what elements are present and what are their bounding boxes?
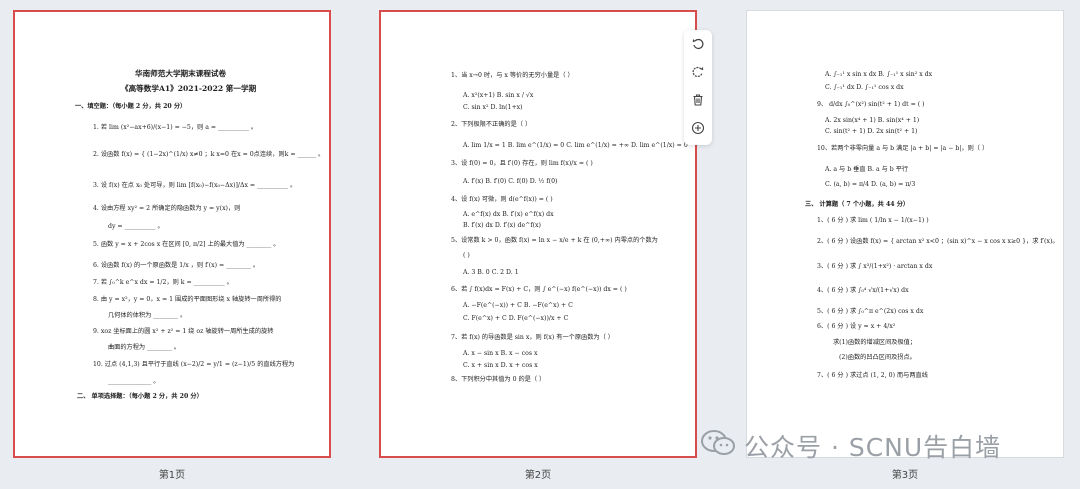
page-thumbnail-1[interactable]: 华南师范大学期末课程试卷 《高等数学A1》2021-2022 第一学期 一、填空…	[13, 10, 331, 458]
p2-line-5: A. lim 1/x = 1 B. lim e^(1/x) = 0 C. lim…	[463, 142, 688, 149]
p2-line-17: 7、若 f(x) 的导函数是 sin x，则 f(x) 有一个原函数为（ ）	[451, 334, 614, 341]
p3-line-5: C. sin(t² + 1) D. 2x sin(t² + 1)	[825, 128, 918, 135]
p1-question-1: 1. 若 lim (x²−ax+6)/(x−1) = −5，则 a = ____…	[93, 124, 258, 131]
section-fill-blank: 一、填空题：（每小题 2 分，共 20 分）	[75, 103, 187, 110]
p3-line-16: 求(1)函数的增减区间及极值；	[833, 339, 917, 346]
section-single-choice: 二、 单项选择题：（每小题 2 分，共 20 分）	[77, 393, 203, 400]
p2-line-8: 4、设 f(x) 可微，则 d(e^f(x)) = ( )	[451, 196, 553, 203]
p3-line-11: 2、( 6 分 ) 设函数 f(x) = { arctan x² x<0 ；(s…	[817, 238, 1059, 245]
p2-line-11: 5、设常数 k > 0，函数 f(x) = ln x − x/e + k 在 (…	[451, 237, 658, 244]
p2-line-12: ( )	[463, 252, 470, 259]
p3-line-12: 3、( 6 分 ) 求 ∫ x³/(1+x²) · arctan x dx	[817, 263, 933, 270]
p2-line-1: 1、当 x→0 时，与 x 等价的无穷小量是（ ）	[451, 72, 574, 79]
p3-line-15: 6、( 6 分 ) 设 y = x + 4/x²	[817, 323, 896, 330]
p2-line-15: A. −F(e^(−x)) + C B. −F(e^x) + C	[463, 302, 573, 309]
p2-line-19: C. x + sin x D. x + cos x	[463, 362, 538, 369]
p1-question-9: 9. xoz 坐标面上的圆 x² + z² = 1 绕 oz 轴旋转一周所生成的…	[93, 328, 274, 335]
p1-question-3: 3. 设 f(x) 在点 x₀ 处可导，则 lim [f(x₀)−f(x₀−Δx…	[93, 182, 297, 189]
watermark-text: 公众号 · SCNU告白墙	[744, 433, 1002, 462]
p2-line-6: 3、设 f(0) = 0，且 f′(0) 存在，则 lim f(x)/x = (…	[451, 160, 593, 167]
p2-line-4: 2、下列极限不正确的是（ ）	[451, 121, 532, 128]
page-thumbnail-2[interactable]: 1、当 x→0 时，与 x 等价的无穷小量是（ ） A. x²(x+1) B. …	[379, 10, 697, 458]
p3-line-14: 5、( 6 分 ) 求 ∫₀^π e^(2x) cos x dx	[817, 308, 924, 315]
page-label-2: 第2页	[524, 470, 552, 481]
p1-question-9-cont: 曲面的方程为 ________ 。	[108, 344, 180, 351]
p3-line-6: 10、若两个非零向量 a 与 b 满足 |a + b| = |a − b|，则（…	[817, 145, 989, 152]
wechat-logo-icon	[700, 428, 736, 464]
watermark: 公众号 · SCNU告白墙	[700, 428, 1001, 464]
section-calculation: 三、 计算题（ 7 个小题，共 44 分）	[805, 201, 910, 208]
p3-line-7: A. a 与 b 垂直 B. a 与 b 平行	[825, 166, 909, 173]
p2-line-9: A. e^f(x) dx B. f′(x) e^f(x) dx	[463, 211, 554, 218]
p2-line-18: A. x − sin x B. x − cos x	[463, 350, 538, 357]
p1-question-10-cont: ______________ 。	[108, 378, 160, 385]
page-label-1: 第1页	[158, 470, 186, 481]
rotate-left-icon[interactable]	[688, 34, 708, 54]
p1-question-7: 7. 若 ∫₀^k e^x dx = 1/2，则 k = __________ …	[93, 279, 233, 286]
p2-line-20: 8、下列积分中其值为 0 的是（ ）	[451, 376, 546, 383]
p1-question-2: 2. 设函数 f(x) = { (1−2x)^(1/x) x≠0 ；k x=0 …	[93, 151, 325, 158]
add-icon[interactable]	[688, 118, 708, 138]
page-label-3: 第3页	[891, 470, 919, 481]
p2-line-3: C. sin x² D. ln(1+x)	[463, 104, 523, 111]
p1-question-5: 5. 函数 y = x + 2cos x 在区间 [0, π/2] 上的最大值为…	[93, 241, 280, 248]
p1-question-6: 6. 设函数 f(x) 的一个原函数是 1/x ，则 f′(x) = _____…	[93, 262, 260, 269]
p3-line-17: (2)函数的凹凸区间及拐点。	[839, 354, 916, 361]
p1-question-8: 8. 由 y = x²，y = 0，x = 1 围成的平面图形绕 x 轴旋转一周…	[93, 296, 282, 303]
page-toolbar	[684, 30, 712, 145]
p2-line-10: B. f′(x) dx D. f′(x) de^f(x)	[463, 222, 541, 229]
p3-line-4: A. 2x sin(x⁴ + 1) B. sin(x⁴ + 1)	[825, 117, 920, 124]
exam-subtitle: 《高等数学A1》2021-2022 第一学期	[121, 84, 257, 93]
p2-line-13: A. 3 B. 0 C. 2 D. 1	[463, 269, 519, 276]
p3-line-10: 1、( 6 分 ) 求 lim ( 1/ln x − 1/(x−1) )	[817, 217, 929, 224]
p3-line-3: 9、 d/dx ∫₀^(x²) sin(t² + 1) dt = ( )	[817, 101, 925, 108]
p3-line-13: 4、( 6 分 ) 求 ∫₀⁴ √x/(1+√x) dx	[817, 287, 909, 294]
trash-icon[interactable]	[688, 90, 708, 110]
p1-question-4-cont: dy = __________ 。	[108, 223, 164, 230]
p3-line-1: A. ∫₋₁¹ x sin x dx B. ∫₋₁¹ x sin² x dx	[825, 71, 933, 78]
p2-line-2: A. x²(x+1) B. sin x / √x	[463, 92, 534, 99]
p1-question-4: 4. 设由方程 xy² = 2 所确定的隐函数为 y = y(x)，则	[93, 205, 241, 212]
page-thumbnail-3[interactable]: A. ∫₋₁¹ x sin x dx B. ∫₋₁¹ x sin² x dx C…	[746, 10, 1064, 458]
p2-line-16: C. F(e^x) + C D. F(e^(−x))/x + C	[463, 315, 569, 322]
p3-line-2: C. ∫₋₁¹ dx D. ∫₋₁¹ cos x dx	[825, 84, 904, 91]
p1-question-10: 10. 过点 (4,1,3) 且平行于直线 (x−2)/2 = y/1 = (z…	[93, 361, 295, 368]
p1-question-8-cont: 几何体的体积为 ________ 。	[108, 312, 187, 319]
exam-title: 华南师范大学期末课程试卷	[135, 69, 227, 78]
p3-line-8: C. (a, b) = π/4 D. (a, b) = π/3	[825, 181, 916, 188]
p2-line-7: A. f′(x) B. f′(0) C. f(0) D. ½ f(0)	[463, 178, 558, 185]
p2-line-14: 6、若 ∫ f(x)dx = F(x) + C，则 ∫ e^(−x) f(e^(…	[451, 286, 627, 293]
rotate-right-icon[interactable]	[688, 62, 708, 82]
p3-line-18: 7、( 6 分 ) 求过点 (1, 2, 0) 而与两直线	[817, 372, 928, 379]
